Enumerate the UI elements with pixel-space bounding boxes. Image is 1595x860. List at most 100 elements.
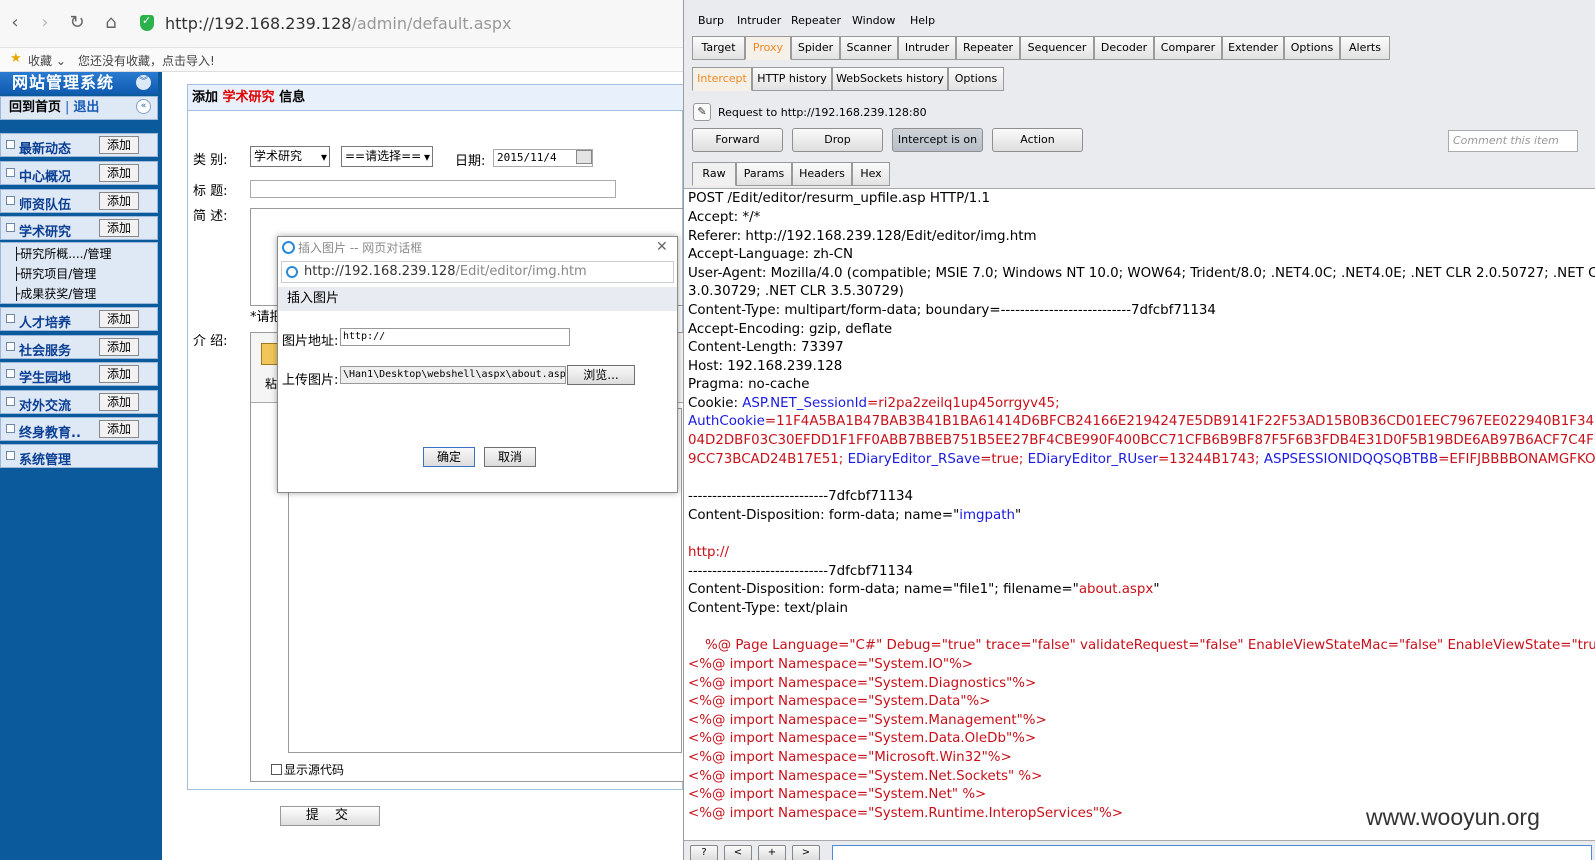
sidebar-item-system[interactable]: 系统管理 (0, 444, 158, 468)
back-icon[interactable]: ‹ (4, 12, 26, 34)
tab-options[interactable]: Options (1284, 36, 1340, 60)
burp-search-bar: ? < + > (684, 840, 1595, 860)
sidebar-item-overview[interactable]: 中心概况 添加 (0, 161, 158, 185)
add-button[interactable]: + (758, 845, 786, 860)
checkbox-icon (6, 223, 15, 232)
upload-file-input[interactable]: \Han1\Desktop\webshell\aspx\about.aspx (340, 366, 566, 384)
add-button[interactable]: 添加 (99, 338, 139, 356)
tab-decoder[interactable]: Decoder (1094, 36, 1154, 60)
sidebar-item-research[interactable]: 学术研究 添加 (0, 216, 158, 240)
home-icon[interactable]: ⌂ (100, 12, 122, 34)
cookie-value: =13244B1743; (1157, 452, 1264, 467)
upload-file-value: \Han1\Desktop\webshell\aspx\about.aspx (343, 369, 566, 380)
add-button[interactable]: 添加 (99, 393, 139, 411)
search-input[interactable] (832, 845, 1592, 860)
view-tab-hex[interactable]: Hex (852, 162, 890, 186)
subtab-http-history[interactable]: HTTP history (752, 67, 832, 91)
address-bar[interactable]: http://192.168.239.128/admin/default.asp… (165, 14, 512, 33)
add-button[interactable]: 添加 (99, 192, 139, 210)
favorites-import-hint[interactable]: 您还没有收藏，点击导入! (78, 52, 215, 69)
menu-repeater[interactable]: Repeater (791, 14, 841, 27)
browser-window: ‹ › ↻ ⌂ http://192.168.239.128/admin/def… (0, 0, 683, 860)
boundary-line: -----------------------------7dfcbf71134 (688, 489, 914, 504)
tab-proxy[interactable]: Proxy (745, 36, 791, 60)
tab-alerts[interactable]: Alerts (1340, 36, 1390, 60)
action-button[interactable]: Action (992, 128, 1083, 152)
tab-sequencer[interactable]: Sequencer (1020, 36, 1094, 60)
add-button[interactable]: 添加 (99, 219, 139, 237)
heading-prefix: 添加 (192, 90, 219, 105)
category-select[interactable]: 学术研究 ▾ (250, 146, 330, 167)
logout-link[interactable]: 退出 (73, 100, 99, 115)
add-button[interactable]: 添加 (99, 420, 139, 438)
chevron-left-icon[interactable]: « (136, 99, 151, 114)
title-input[interactable] (250, 180, 616, 198)
calendar-icon[interactable] (576, 150, 592, 164)
subtab-websockets-history[interactable]: WebSockets history (832, 67, 948, 91)
view-tab-headers[interactable]: Headers (792, 162, 852, 186)
show-source-toggle[interactable]: 显示源代码 (271, 761, 344, 778)
chevron-down-icon: ▾ (320, 150, 327, 164)
favorites-label: 收藏 (28, 54, 53, 68)
view-tab-params[interactable]: Params (736, 162, 792, 186)
forward-button[interactable]: Forward (692, 128, 783, 152)
cookie-key: EDiaryEditor_RUser (1027, 452, 1158, 467)
help-button[interactable]: ? (690, 845, 718, 860)
close-icon[interactable]: ✕ (656, 239, 668, 255)
favorites-button[interactable]: 收藏 ⌄ (28, 52, 66, 69)
sidebar-item-lifelong[interactable]: 终身教育.. 添加 (0, 417, 158, 441)
sidebar-item-students[interactable]: 学生园地 添加 (0, 362, 158, 386)
pencil-icon[interactable]: ✎ (693, 103, 711, 121)
submenu-item[interactable]: ├研究所概..../管理 (13, 245, 112, 262)
add-button[interactable]: 添加 (99, 164, 139, 182)
menu-window[interactable]: Window (852, 14, 895, 27)
submenu-item[interactable]: ├成果获奖/管理 (13, 285, 96, 302)
submenu-item[interactable]: ├研究项目/管理 (13, 265, 96, 282)
ie-icon (282, 241, 295, 254)
sidebar-item-faculty[interactable]: 师资队伍 添加 (0, 189, 158, 213)
cd-prefix: Content-Disposition: form-data; name="fi… (688, 582, 1079, 597)
payload-line: <%@ import Namespace="System.Runtime.Int… (688, 806, 1123, 821)
ok-button[interactable]: 确定 (423, 447, 475, 467)
chevron-down-icon[interactable]: ︾ (136, 75, 151, 90)
previous-match-button[interactable]: < (724, 845, 752, 860)
tab-repeater[interactable]: Repeater (956, 36, 1020, 60)
header-line: Host: 192.168.239.128 (688, 359, 843, 374)
raw-request-editor[interactable]: POST /Edit/editor/resurm_upfile.asp HTTP… (684, 188, 1595, 840)
tab-spider[interactable]: Spider (791, 36, 840, 60)
view-tab-raw[interactable]: Raw (692, 162, 736, 186)
next-match-button[interactable]: > (792, 845, 820, 860)
forward-icon[interactable]: › (34, 12, 56, 34)
add-button[interactable]: 添加 (99, 136, 139, 154)
subtab-intercept[interactable]: Intercept (692, 67, 752, 91)
back-home-link[interactable]: 回到首页 (9, 100, 61, 115)
cancel-button[interactable]: 取消 (484, 447, 536, 467)
comment-input[interactable]: Comment this item (1448, 130, 1578, 152)
add-button[interactable]: 添加 (99, 310, 139, 328)
tab-scanner[interactable]: Scanner (840, 36, 898, 60)
image-url-input[interactable]: http:// (340, 328, 570, 346)
add-button[interactable]: 添加 (99, 365, 139, 383)
tab-comparer[interactable]: Comparer (1154, 36, 1222, 60)
sidebar-item-talent[interactable]: 人才培养 添加 (0, 307, 158, 331)
menu-help[interactable]: Help (910, 14, 935, 27)
tab-target[interactable]: Target (692, 36, 745, 60)
sidebar-item-latest[interactable]: 最新动态 添加 (0, 133, 158, 157)
burp-suite-window: Burp Intruder Repeater Window Help Targe… (683, 0, 1595, 860)
sidebar-item-social[interactable]: 社会服务 添加 (0, 335, 158, 359)
tab-intruder[interactable]: Intruder (898, 36, 956, 60)
ie-icon (286, 266, 298, 278)
reload-icon[interactable]: ↻ (66, 12, 88, 34)
watermark: www.wooyun.org (1366, 804, 1540, 830)
subtab-options[interactable]: Options (948, 67, 1004, 91)
date-label: 日期: (455, 154, 486, 169)
menu-intruder[interactable]: Intruder (737, 14, 781, 27)
browse-button[interactable]: 浏览... (567, 365, 635, 385)
submit-button[interactable]: 提 交 (280, 806, 380, 826)
drop-button[interactable]: Drop (792, 128, 883, 152)
menu-burp[interactable]: Burp (698, 14, 724, 27)
tab-extender[interactable]: Extender (1222, 36, 1284, 60)
sidebar-item-exchange[interactable]: 对外交流 添加 (0, 390, 158, 414)
subcategory-select[interactable]: ==请选择== ▾ (341, 146, 433, 167)
intercept-toggle-button[interactable]: Intercept is on (892, 128, 983, 152)
